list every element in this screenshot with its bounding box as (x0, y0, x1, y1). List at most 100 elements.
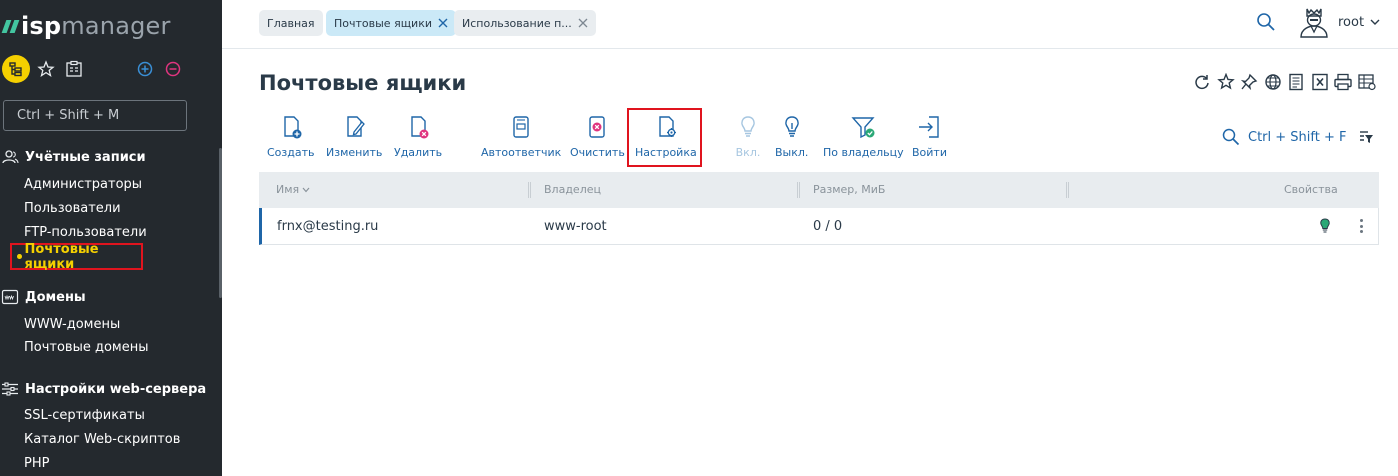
search-icon[interactable] (1256, 12, 1276, 32)
collapse-all-icon[interactable] (163, 59, 183, 79)
delete-label: Удалить (394, 146, 443, 159)
refresh-icon[interactable] (1192, 73, 1212, 91)
www-icon (1, 289, 19, 305)
create-label: Создать (267, 146, 315, 159)
edit-label: Изменить (326, 146, 383, 159)
file-edit-icon (347, 116, 366, 137)
sidebar-section-label: Настройки web-сервера (25, 381, 207, 397)
table-row[interactable]: frnx@testing.ru www-root 0 / 0 (259, 208, 1379, 245)
bulb-off-icon (784, 116, 799, 137)
sidebar-section-domains[interactable]: Домены (0, 289, 86, 305)
users-icon (2, 150, 19, 164)
search-icon (1222, 128, 1240, 146)
edit-button[interactable]: Изменить (326, 114, 382, 159)
chevron-down-icon (1370, 19, 1380, 25)
star-icon[interactable] (1216, 73, 1236, 91)
quick-search-button[interactable]: Ctrl + Shift + F (1222, 128, 1346, 146)
user-name: root (1338, 14, 1365, 30)
sidebar-section-webserver[interactable]: Настройки web-сервера (0, 381, 206, 397)
tab-label: Почтовые ящики (334, 16, 432, 30)
column-header-size[interactable]: Размер, МиБ (813, 183, 885, 196)
autoresponder-icon (513, 116, 529, 138)
disable-label: Выкл. (775, 146, 809, 159)
bulb-on-icon (741, 116, 755, 137)
column-header-owner[interactable]: Владелец (544, 183, 601, 196)
pin-icon[interactable] (1239, 73, 1259, 91)
avatar (1300, 8, 1328, 38)
table-settings-icon[interactable] (1357, 73, 1377, 91)
globe-icon[interactable] (1263, 73, 1283, 91)
tab-usage[interactable]: Использование п... (454, 10, 596, 36)
column-header-properties[interactable]: Свойства (1284, 183, 1338, 196)
logo-text-bold: isp (21, 12, 62, 40)
cell-size: 0 / 0 (813, 219, 843, 234)
tab-home[interactable]: Главная (259, 10, 323, 36)
clear-label: Очистить (570, 146, 625, 159)
sidebar: ispmanager Ctrl + Shift + M Учётные запи… (0, 0, 222, 476)
tree-menu-icon[interactable] (2, 55, 30, 83)
file-add-icon (284, 116, 302, 139)
login-label: Войти (912, 146, 947, 159)
clipboard-icon[interactable] (64, 59, 84, 79)
filter-owner-button[interactable]: По владельцу (823, 114, 904, 159)
cell-owner: www-root (544, 219, 607, 234)
sidebar-item-users[interactable]: Пользователи (24, 201, 121, 216)
row-menu-icon[interactable] (1359, 219, 1363, 233)
login-button[interactable]: Войти (912, 114, 947, 159)
sidebar-section-label: Домены (25, 289, 86, 305)
login-icon (919, 116, 940, 138)
quick-search-label: Ctrl + Shift + F (1248, 129, 1347, 145)
sidebar-section-accounts[interactable]: Учётные записи (0, 149, 146, 165)
disable-button[interactable]: Выкл. (775, 114, 808, 159)
document-icon[interactable] (1286, 73, 1306, 91)
logo[interactable]: ispmanager (1, 11, 171, 41)
bulb-on-icon (1320, 218, 1330, 233)
sidebar-item-label: Почтовые ящики (24, 241, 99, 272)
page-actions (1192, 73, 1377, 91)
tab-label: Использование п... (462, 16, 572, 30)
filter-icon[interactable] (1358, 130, 1374, 144)
logo-mark (1, 19, 20, 33)
column-header-name[interactable]: Имя (276, 183, 310, 196)
logo-text-light: manager (61, 12, 171, 40)
clear-button[interactable]: Очистить (570, 114, 625, 159)
file-delete-icon (411, 116, 429, 139)
sidebar-search-input[interactable]: Ctrl + Shift + M (3, 100, 187, 131)
active-indicator (17, 254, 22, 259)
sidebar-item-administrators[interactable]: Администраторы (24, 177, 142, 192)
tab-mailboxes[interactable]: Почтовые ящики (326, 10, 456, 36)
clear-icon (589, 116, 606, 138)
sidebar-tools (1, 55, 221, 83)
create-button[interactable]: Создать (267, 114, 315, 159)
settings-highlight-frame (627, 108, 702, 167)
autoresponder-button[interactable]: Автоответчик (481, 114, 561, 159)
filter-owner-label: По владельцу (823, 146, 904, 159)
expand-all-icon[interactable] (135, 59, 155, 79)
print-icon[interactable] (1333, 73, 1353, 91)
sidebar-item-www-domains[interactable]: WWW-домены (24, 317, 120, 332)
tab-label: Главная (267, 16, 315, 30)
sidebar-section-label: Учётные записи (25, 149, 146, 165)
sidebar-scrollbar[interactable] (219, 148, 222, 298)
cell-name: frnx@testing.ru (277, 219, 379, 234)
sidebar-item-web-scripts[interactable]: Каталог Web-скриптов (24, 432, 180, 447)
excel-export-icon[interactable] (1310, 73, 1330, 91)
column-resize-handle[interactable] (528, 182, 531, 198)
enable-label: Вкл. (735, 146, 761, 159)
autoresponder-label: Автоответчик (481, 146, 562, 159)
star-icon[interactable] (36, 59, 56, 79)
close-icon[interactable] (578, 18, 588, 28)
column-resize-handle[interactable] (1066, 182, 1069, 198)
filter-owner-icon (851, 117, 875, 139)
close-icon[interactable] (438, 18, 448, 28)
sidebar-item-ftp-users[interactable]: FTP-пользователи (24, 225, 147, 240)
enable-button[interactable]: Вкл. (734, 114, 762, 159)
delete-button[interactable]: Удалить (394, 114, 442, 159)
sidebar-item-mailboxes[interactable]: Почтовые ящики (10, 241, 143, 272)
sidebar-item-mail-domains[interactable]: Почтовые домены (24, 340, 149, 355)
column-resize-handle[interactable] (797, 182, 800, 198)
sort-chevron-icon (302, 187, 310, 192)
sidebar-item-ssl[interactable]: SSL-сертификаты (24, 408, 145, 423)
sidebar-item-php[interactable]: PHP (24, 456, 49, 471)
user-menu[interactable]: root (1297, 5, 1380, 39)
